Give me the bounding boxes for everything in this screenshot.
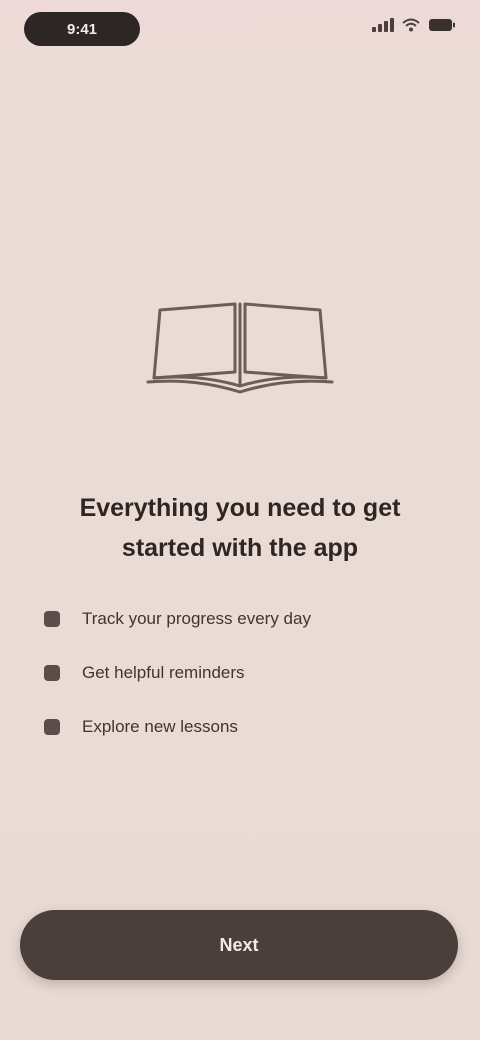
check-icon [44, 665, 60, 681]
wifi-icon [402, 18, 420, 32]
status-time: 9:41 [24, 12, 140, 46]
feature-text: Explore new lessons [82, 717, 238, 736]
next-button[interactable]: Next [20, 910, 458, 980]
feature-text: Track your progress every day [82, 609, 311, 628]
open-book-icon [140, 290, 340, 410]
check-icon [44, 719, 60, 735]
feature-text: Get helpful reminders [82, 663, 245, 682]
list-item: Explore new lessons [44, 700, 440, 754]
feature-list: Track your progress every day Get helpfu… [44, 592, 440, 754]
check-icon [44, 611, 60, 627]
battery-icon [428, 18, 456, 32]
signal-icon [372, 18, 394, 32]
status-bar: 9:41 [0, 0, 480, 60]
page-title: Everything you need to get started with … [79, 494, 401, 562]
onboarding-screen: 9:41 Everything you need to get started … [0, 0, 480, 1040]
status-icons [372, 18, 456, 32]
list-item: Get helpful reminders [44, 646, 440, 700]
list-item: Track your progress every day [44, 592, 440, 646]
